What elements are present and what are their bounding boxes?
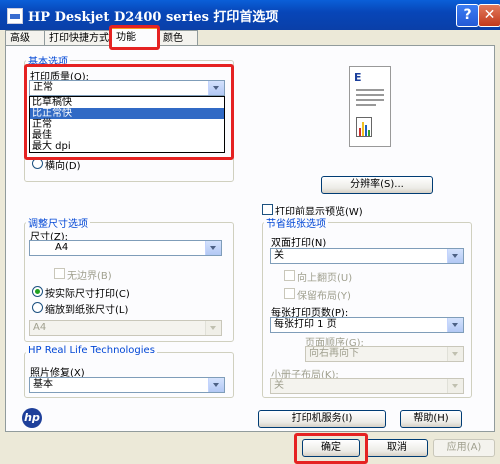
landscape-radio[interactable]: [32, 158, 43, 169]
quality-option[interactable]: 最佳: [30, 130, 224, 141]
preview-chart-icon: [356, 117, 372, 137]
borderless-checkbox[interactable]: [54, 268, 65, 279]
printer-services-button[interactable]: 打印机服务(I): [258, 410, 386, 428]
landscape-label: 横向(D): [45, 161, 81, 172]
flip-up-checkbox[interactable]: [284, 270, 295, 281]
resolution-button[interactable]: 分辨率(S)...: [321, 176, 433, 194]
fit-size-select[interactable]: A4: [29, 320, 222, 336]
pages-per-sheet-select[interactable]: 每张打印 1 页: [270, 317, 464, 333]
apply-button[interactable]: 应用(A): [433, 439, 495, 457]
quality-select[interactable]: 正常: [29, 80, 225, 96]
printer-icon: [7, 8, 23, 24]
quality-dropdown-list[interactable]: 比草稿快 比正常快 正常 最佳 最大 dpi: [29, 96, 225, 153]
chevron-down-icon: [447, 347, 463, 361]
close-icon[interactable]: ✕: [478, 4, 500, 27]
help-button[interactable]: 帮助(H): [400, 410, 462, 428]
hp-logo-icon: hp: [22, 408, 42, 428]
page-order-select[interactable]: 向右再向下: [305, 346, 464, 362]
duplex-label: 双面打印(N): [271, 238, 327, 249]
actual-size-label: 按实际尺寸打印(C): [45, 289, 130, 300]
chevron-down-icon: [447, 379, 463, 393]
paper-saving-title: 节省纸张选项: [264, 215, 328, 230]
chevron-down-icon[interactable]: [447, 318, 463, 332]
tab-print-shortcuts[interactable]: 打印快捷方式: [44, 30, 116, 46]
fit-to-paper-radio[interactable]: [32, 302, 43, 313]
keep-layout-label: 保留布局(Y): [297, 291, 351, 302]
borderless-label: 无边界(B): [67, 271, 112, 282]
tab-color[interactable]: 颜色: [158, 30, 198, 46]
preview-letter-icon: E: [354, 71, 362, 84]
preview-checkbox[interactable]: [262, 204, 273, 215]
page-order-value: 向右再向下: [309, 348, 359, 359]
size-select[interactable]: A4: [29, 240, 222, 256]
page-preview: E: [349, 66, 391, 147]
quality-option[interactable]: 比草稿快: [30, 97, 224, 108]
booklet-value: 关: [274, 380, 284, 391]
help-title-button[interactable]: ?: [456, 4, 479, 27]
booklet-select[interactable]: 关: [270, 378, 464, 394]
quality-option[interactable]: 正常: [30, 119, 224, 130]
real-life-title: HP Real Life Technologies: [26, 345, 157, 356]
actual-size-radio[interactable]: [32, 286, 43, 297]
quality-value: 正常: [33, 82, 53, 93]
keep-layout-checkbox[interactable]: [284, 288, 295, 299]
tab-advanced[interactable]: 高级: [5, 30, 45, 46]
pages-per-sheet-value: 每张打印 1 页: [274, 319, 337, 330]
tab-features[interactable]: 功能: [111, 27, 159, 48]
fit-to-paper-label: 缩放到纸张尺寸(L): [45, 305, 129, 316]
flip-up-label: 向上翻页(U): [297, 273, 353, 284]
cancel-button[interactable]: 取消: [366, 439, 428, 457]
photo-fix-select[interactable]: 基本: [29, 377, 225, 393]
size-value: A4: [55, 242, 69, 253]
chevron-down-icon[interactable]: [208, 378, 224, 392]
quality-option-selected[interactable]: 比正常快: [30, 108, 224, 119]
basic-options-title: 基本选项: [26, 53, 70, 68]
duplex-value: 关: [274, 250, 284, 261]
window-title: HP Deskjet D2400 series 打印首选项: [28, 10, 279, 25]
photo-fix-value: 基本: [33, 379, 53, 390]
chevron-down-icon: [205, 321, 221, 335]
fit-size-value: A4: [33, 322, 47, 333]
quality-option[interactable]: 最大 dpi: [30, 141, 224, 152]
chevron-down-icon[interactable]: [447, 249, 463, 263]
chevron-down-icon[interactable]: [208, 81, 224, 95]
chevron-down-icon[interactable]: [205, 241, 221, 255]
ok-button[interactable]: 确定: [302, 439, 360, 457]
duplex-select[interactable]: 关: [270, 248, 464, 264]
